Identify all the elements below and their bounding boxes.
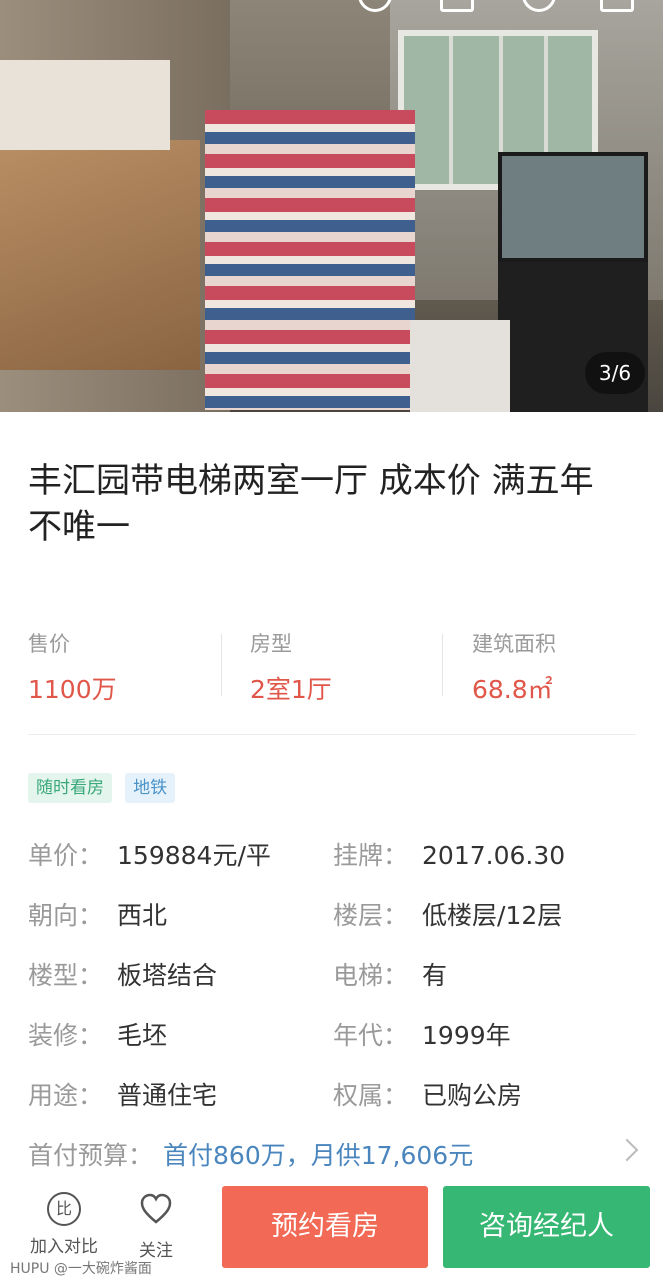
watermark: HUPU @一大碗炸酱面 xyxy=(10,1261,152,1277)
compare-icon: 比 xyxy=(47,1192,81,1226)
photo-boxes xyxy=(0,60,170,150)
follow-button[interactable]: 关注 xyxy=(116,1192,196,1261)
stat-value: 2室1厅 xyxy=(250,675,332,704)
divider xyxy=(28,734,636,735)
chevron-right-icon[interactable] xyxy=(615,1138,639,1162)
detail-key: 单价： xyxy=(28,841,104,870)
key-stats: 售价 1100万 房型 2室1厅 建筑面积 68.8㎡ xyxy=(0,628,663,704)
compare-label: 加入对比 xyxy=(30,1237,98,1257)
tag-subway: 地铁 xyxy=(125,773,176,803)
menu-icon[interactable] xyxy=(600,0,634,12)
stat-value: 1100万 xyxy=(28,675,117,704)
share-icon[interactable] xyxy=(358,0,392,12)
detail-row: 用途： 普通住宅 权属： 已购公房 xyxy=(0,1076,663,1116)
divider xyxy=(221,634,222,696)
consult-agent-button[interactable]: 咨询经纪人 xyxy=(443,1186,650,1268)
clipboard-icon[interactable] xyxy=(440,0,474,12)
detail-row: 装修： 毛坯 年代： 1999年 xyxy=(0,1016,663,1056)
detail-key: 年代： xyxy=(333,1021,409,1050)
detail-value: 1999年 xyxy=(422,1021,511,1050)
stat-value: 68.8㎡ xyxy=(472,675,553,704)
payment-budget-row[interactable]: 首付预算： 首付860万，月供17,606元 xyxy=(28,1136,473,1172)
stat-label: 建筑面积 xyxy=(472,632,556,656)
photo-bed xyxy=(205,110,415,410)
detail-value: 板塔结合 xyxy=(117,961,218,990)
tag-list: 随时看房 地铁 xyxy=(28,773,183,803)
detail-key: 楼层： xyxy=(333,901,409,930)
detail-value: 159884元/平 xyxy=(117,841,271,870)
stat-label: 房型 xyxy=(250,632,292,656)
heart-icon xyxy=(140,1193,172,1224)
stat-price: 售价 1100万 xyxy=(28,628,228,706)
divider xyxy=(442,634,443,696)
payment-value: 首付860万，月供17,606元 xyxy=(163,1141,474,1170)
detail-key: 楼型： xyxy=(28,961,104,990)
detail-key: 挂牌： xyxy=(333,841,409,870)
detail-value: 低楼层/12层 xyxy=(422,901,563,930)
detail-value: 2017.06.30 xyxy=(422,841,566,870)
tag-viewing-anytime: 随时看房 xyxy=(28,773,112,803)
detail-row: 朝向： 西北 楼层： 低楼层/12层 xyxy=(0,896,663,936)
photo-fish-tank xyxy=(498,152,648,262)
chat-icon[interactable] xyxy=(522,0,556,12)
detail-row: 楼型： 板塔结合 电梯： 有 xyxy=(0,956,663,996)
detail-key: 权属： xyxy=(333,1081,409,1110)
detail-value: 毛坯 xyxy=(117,1021,168,1050)
listing-photo[interactable]: 3/6 xyxy=(0,0,663,412)
payment-label: 首付预算： xyxy=(28,1141,154,1170)
detail-value: 西北 xyxy=(117,901,168,930)
stat-area: 建筑面积 68.8㎡ xyxy=(472,628,663,706)
photo-boxes xyxy=(0,140,200,370)
detail-key: 朝向： xyxy=(28,901,104,930)
detail-value: 已购公房 xyxy=(422,1081,523,1110)
detail-key: 装修： xyxy=(28,1021,104,1050)
stat-label: 售价 xyxy=(28,632,70,656)
book-viewing-button[interactable]: 预约看房 xyxy=(222,1186,428,1268)
detail-row: 单价： 159884元/平 挂牌： 2017.06.30 xyxy=(0,836,663,876)
listing-title: 丰汇园带电梯两室一厅 成本价 满五年 不唯一 xyxy=(28,461,594,547)
photo-counter: 3/6 xyxy=(585,352,645,394)
detail-value: 有 xyxy=(422,961,448,990)
photo-floor-items xyxy=(410,320,510,412)
detail-value: 普通住宅 xyxy=(117,1081,218,1110)
detail-key: 用途： xyxy=(28,1081,104,1110)
stat-layout: 房型 2室1厅 xyxy=(250,628,450,706)
compare-button[interactable]: 比 加入对比 xyxy=(24,1192,104,1257)
detail-key: 电梯： xyxy=(333,961,409,990)
